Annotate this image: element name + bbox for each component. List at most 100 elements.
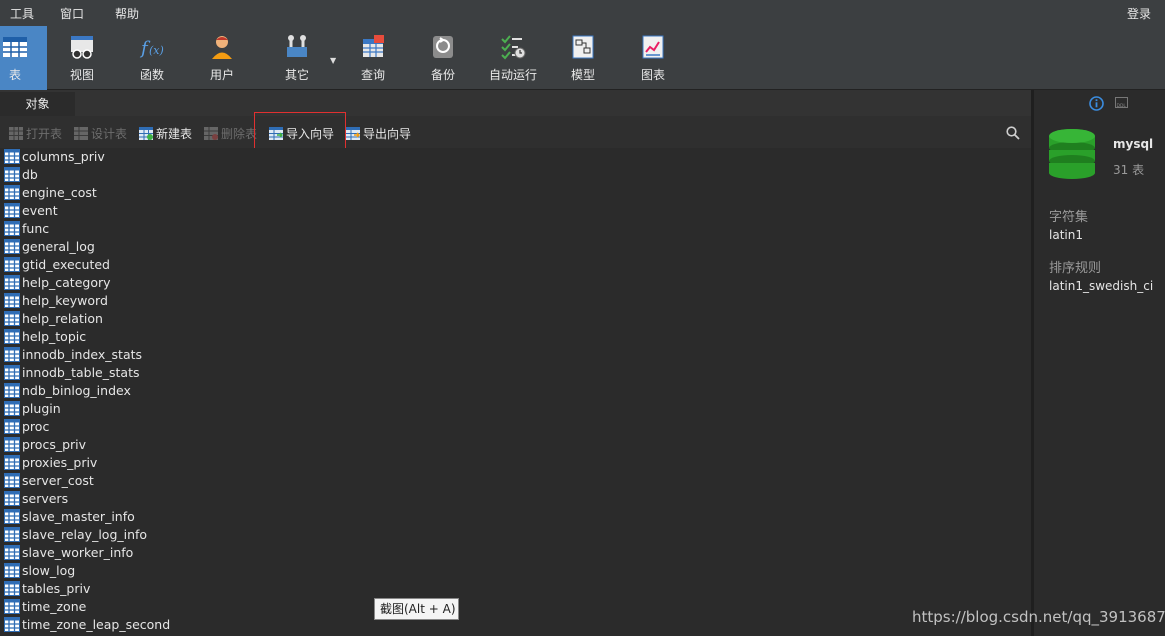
table-row[interactable]: proc bbox=[0, 418, 400, 436]
ribbon-automation-button[interactable]: 自动运行 bbox=[481, 26, 545, 90]
ribbon-table-button[interactable]: 表 bbox=[0, 26, 47, 90]
open-table-icon bbox=[9, 127, 23, 140]
table-icon bbox=[4, 563, 20, 578]
table-row[interactable]: proxies_priv bbox=[0, 454, 400, 472]
ribbon-chart-button[interactable]: 图表 bbox=[621, 26, 685, 90]
table-icon bbox=[4, 239, 20, 254]
search-icon[interactable] bbox=[1006, 126, 1020, 140]
table-icon bbox=[4, 455, 20, 470]
table-row[interactable]: help_topic bbox=[0, 328, 400, 346]
ribbon-model-button[interactable]: 模型 bbox=[551, 26, 615, 90]
table-list: columns_priv db engine_cost event func genera… bbox=[0, 148, 1031, 636]
table-name: plugin bbox=[22, 401, 61, 416]
delete-table-button[interactable]: 删除表 bbox=[204, 126, 257, 142]
table-name: slave_worker_info bbox=[22, 545, 134, 560]
ribbon-view-button[interactable]: 视图 bbox=[50, 26, 114, 90]
table-row[interactable]: plugin bbox=[0, 400, 400, 418]
table-icon bbox=[4, 581, 20, 596]
open-table-label: 打开表 bbox=[26, 127, 63, 141]
table-icon bbox=[4, 329, 20, 344]
table-name: slave_relay_log_info bbox=[22, 527, 148, 542]
table-row[interactable]: procs_priv bbox=[0, 436, 400, 454]
login-button[interactable]: 登录 bbox=[1127, 5, 1151, 22]
table-row[interactable]: slave_relay_log_info bbox=[0, 526, 400, 544]
svg-text:(x): (x) bbox=[149, 44, 164, 57]
export-wizard-icon bbox=[346, 127, 360, 140]
table-row[interactable]: columns_priv bbox=[0, 148, 400, 166]
query-icon bbox=[363, 35, 384, 57]
table-row[interactable]: ndb_binlog_index bbox=[0, 382, 400, 400]
table-icon bbox=[4, 599, 20, 614]
table-row[interactable]: time_zone bbox=[0, 598, 400, 616]
table-icon bbox=[4, 509, 20, 524]
ddl-icon[interactable]: DDL bbox=[1115, 97, 1128, 109]
table-row[interactable]: tables_priv bbox=[0, 580, 400, 598]
table-name: tables_priv bbox=[22, 581, 91, 596]
table-name: gtid_executed bbox=[22, 257, 110, 272]
table-icon bbox=[4, 617, 20, 632]
table-row[interactable]: engine_cost bbox=[0, 184, 400, 202]
new-table-button[interactable]: 新建表 bbox=[139, 126, 192, 142]
info-icon[interactable] bbox=[1089, 96, 1104, 111]
menu-tools[interactable]: 工具 bbox=[10, 5, 34, 22]
table-row[interactable]: slave_master_info bbox=[0, 508, 400, 526]
collation-value: latin1_swedish_ci bbox=[1049, 279, 1154, 293]
table-icon bbox=[4, 221, 20, 236]
screenshot-tooltip: 截图(Alt + A) bbox=[374, 598, 459, 620]
table-name: help_category bbox=[22, 275, 111, 290]
other-dropdown-arrow-icon[interactable]: ▼ bbox=[330, 56, 336, 65]
table-icon bbox=[4, 545, 20, 560]
table-icon bbox=[4, 311, 20, 326]
table-icon bbox=[4, 257, 20, 272]
table-row[interactable]: slave_worker_info bbox=[0, 544, 400, 562]
table-icon bbox=[4, 419, 20, 434]
table-row[interactable]: time_zone_leap_second bbox=[0, 616, 400, 634]
chart-icon bbox=[642, 35, 664, 59]
table-name: slave_master_info bbox=[22, 509, 135, 524]
delete-table-label: 删除表 bbox=[221, 127, 258, 141]
table-row[interactable]: db bbox=[0, 166, 400, 184]
object-tabstrip: 对象 bbox=[0, 90, 1031, 116]
table-row[interactable]: servers bbox=[0, 490, 400, 508]
table-name: ndb_binlog_index bbox=[22, 383, 131, 398]
new-table-label: 新建表 bbox=[156, 127, 193, 141]
ribbon-backup-button[interactable]: 备份 bbox=[411, 26, 475, 90]
open-table-button[interactable]: 打开表 bbox=[9, 126, 62, 142]
table-name: procs_priv bbox=[22, 437, 87, 452]
table-row[interactable]: server_cost bbox=[0, 472, 400, 490]
design-table-button[interactable]: 设计表 bbox=[74, 126, 127, 142]
tab-objects[interactable]: 对象 bbox=[0, 92, 75, 116]
table-name: time_zone bbox=[22, 599, 87, 614]
table-row[interactable]: help_keyword bbox=[0, 292, 400, 310]
table-row[interactable]: help_category bbox=[0, 274, 400, 292]
watermark-text: https://blog.csdn.net/qq_39136872 bbox=[912, 608, 1165, 626]
ribbon-query-button[interactable]: 查询 bbox=[341, 26, 405, 90]
table-row[interactable]: innodb_table_stats bbox=[0, 364, 400, 382]
export-wizard-button[interactable]: 导出向导 bbox=[346, 126, 411, 142]
automation-icon bbox=[501, 35, 526, 60]
ribbon-function-button[interactable]: f (x) 函数 bbox=[120, 26, 184, 90]
table-row[interactable]: slow_log bbox=[0, 562, 400, 580]
menu-window[interactable]: 窗口 bbox=[60, 5, 84, 22]
ribbon-user-button[interactable]: 用户 bbox=[190, 26, 254, 90]
table-icon bbox=[4, 149, 20, 164]
menu-help[interactable]: 帮助 bbox=[115, 5, 139, 22]
table-row[interactable]: innodb_index_stats bbox=[0, 346, 400, 364]
ribbon-other-button[interactable]: 其它 bbox=[265, 26, 329, 90]
table-icon bbox=[4, 437, 20, 452]
table-row[interactable]: event bbox=[0, 202, 400, 220]
function-icon: f (x) bbox=[139, 38, 164, 59]
table-icon bbox=[4, 185, 20, 200]
info-panel: DDL mysql 31 表 字符集 latin1 排序规则 latin1_sw… bbox=[1034, 90, 1165, 636]
table-name: db bbox=[22, 167, 38, 182]
table-name: proc bbox=[22, 419, 50, 434]
ddl-label: DDL bbox=[1117, 103, 1127, 109]
table-row[interactable]: func bbox=[0, 220, 400, 238]
menu-bar: 工具 窗口 帮助 登录 bbox=[0, 0, 1165, 26]
table-name: innodb_index_stats bbox=[22, 347, 143, 362]
table-row[interactable]: help_relation bbox=[0, 310, 400, 328]
table-row[interactable]: gtid_executed bbox=[0, 256, 400, 274]
delete-table-icon bbox=[204, 127, 218, 140]
table-row[interactable]: general_log bbox=[0, 238, 400, 256]
table-name: innodb_table_stats bbox=[22, 365, 140, 380]
